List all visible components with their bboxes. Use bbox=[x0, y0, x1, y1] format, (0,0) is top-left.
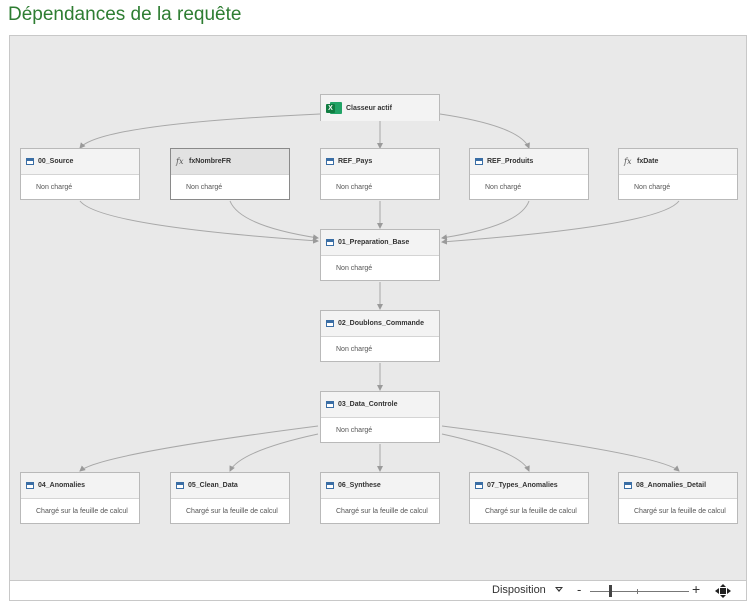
function-icon: fx bbox=[176, 157, 184, 166]
node-status: Non chargé bbox=[634, 184, 671, 191]
node-status: Non chargé bbox=[485, 184, 522, 191]
edge-ref-produits-01 bbox=[441, 200, 530, 241]
zoom-slider-thumb[interactable] bbox=[608, 585, 612, 597]
edge-root-00-source bbox=[79, 113, 321, 149]
node-06-synthese[interactable]: 06_Synthese Chargé sur la feuille de cal… bbox=[320, 472, 440, 524]
node-fxdate[interactable]: fx fxDate Non chargé bbox=[618, 148, 738, 200]
zoom-slider-tick bbox=[637, 589, 638, 594]
excel-icon: X bbox=[326, 101, 342, 115]
table-icon bbox=[326, 239, 334, 246]
node-classeur-actif[interactable]: X Classeur actif bbox=[320, 94, 440, 121]
status-bar: Disposition - + bbox=[9, 581, 747, 601]
edge-03-07 bbox=[441, 433, 530, 472]
node-02-doublons-commande[interactable]: 02_Doublons_Commande Non chargé bbox=[320, 310, 440, 362]
table-icon bbox=[475, 482, 483, 489]
node-05-clean-data[interactable]: 05_Clean_Data Chargé sur la feuille de c… bbox=[170, 472, 290, 524]
zoom-slider-track[interactable] bbox=[590, 591, 689, 592]
edge-03-05 bbox=[229, 433, 319, 472]
dependency-canvas[interactable]: X Classeur actif 00_Source Non chargé fx… bbox=[9, 35, 747, 581]
table-icon bbox=[624, 482, 632, 489]
table-icon bbox=[26, 158, 34, 165]
node-01-preparation-base[interactable]: 01_Preparation_Base Non chargé bbox=[320, 229, 440, 281]
node-status: Non chargé bbox=[36, 184, 73, 191]
node-status: Non chargé bbox=[336, 427, 373, 434]
node-status: Non chargé bbox=[186, 184, 223, 191]
page-title: Dépendances de la requête bbox=[8, 4, 242, 25]
node-04-anomalies[interactable]: 04_Anomalies Chargé sur la feuille de ca… bbox=[20, 472, 140, 524]
node-03-data-controle[interactable]: 03_Data_Controle Non chargé bbox=[320, 391, 440, 443]
edge-fxnombre-01 bbox=[229, 200, 319, 241]
node-status: Chargé sur la feuille de calcul bbox=[336, 508, 428, 515]
node-status: Non chargé bbox=[336, 184, 373, 191]
node-status: Non chargé bbox=[336, 265, 373, 272]
node-status: Chargé sur la feuille de calcul bbox=[36, 508, 128, 515]
table-icon bbox=[326, 158, 334, 165]
node-status: Chargé sur la feuille de calcul bbox=[186, 508, 278, 515]
zoom-in-button[interactable]: + bbox=[692, 581, 700, 597]
node-07-types-anomalies[interactable]: 07_Types_Anomalies Chargé sur la feuille… bbox=[469, 472, 589, 524]
edge-root-ref-produits bbox=[439, 113, 530, 149]
node-08-anomalies-detail[interactable]: 08_Anomalies_Detail Chargé sur la feuill… bbox=[618, 472, 738, 524]
edge-fxdate-01 bbox=[441, 200, 680, 245]
chevron-down-icon[interactable] bbox=[555, 587, 563, 592]
fit-to-screen-icon[interactable] bbox=[715, 584, 731, 598]
table-icon bbox=[326, 482, 334, 489]
table-icon bbox=[326, 320, 334, 327]
node-status: Chargé sur la feuille de calcul bbox=[485, 508, 577, 515]
table-icon bbox=[176, 482, 184, 489]
node-status: Non chargé bbox=[336, 346, 373, 353]
edge-00-source-01 bbox=[79, 200, 319, 244]
node-fxnombrefr[interactable]: fx fxNombreFR Non chargé bbox=[170, 148, 290, 200]
edge-03-04 bbox=[79, 425, 319, 472]
zoom-out-button[interactable]: - bbox=[577, 582, 581, 597]
table-icon bbox=[26, 482, 34, 489]
node-ref-pays[interactable]: REF_Pays Non chargé bbox=[320, 148, 440, 200]
function-icon: fx bbox=[624, 157, 632, 166]
layout-dropdown[interactable]: Disposition bbox=[492, 584, 546, 596]
node-status: Chargé sur la feuille de calcul bbox=[634, 508, 726, 515]
node-ref-produits[interactable]: REF_Produits Non chargé bbox=[469, 148, 589, 200]
table-icon bbox=[326, 401, 334, 408]
table-icon bbox=[475, 158, 483, 165]
edge-03-08 bbox=[441, 425, 680, 472]
node-00-source[interactable]: 00_Source Non chargé bbox=[20, 148, 140, 200]
